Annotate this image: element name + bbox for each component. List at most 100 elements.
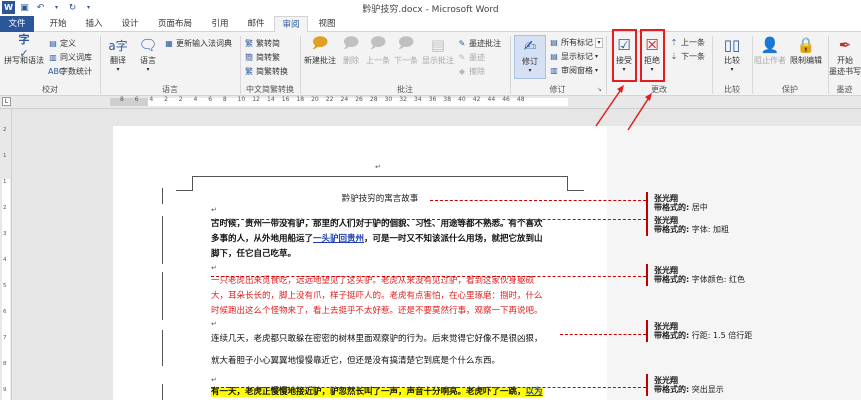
word-count-button[interactable]: ABC 字数统计 xyxy=(48,66,92,77)
tab-page-layout[interactable]: 页面布局 xyxy=(148,16,202,32)
ruler-number: 6 xyxy=(134,96,139,103)
prev-comment-icon: 🗩 xyxy=(369,33,387,52)
tab-references[interactable]: 引用 xyxy=(202,16,238,32)
chevron-down-icon: ▾ xyxy=(595,53,599,60)
vruler-number: 8 xyxy=(3,361,7,367)
accept-highlight-box xyxy=(612,29,637,82)
vertical-ruler[interactable]: 2 1 1 2 3 4 5 6 7 8 9 xyxy=(0,109,12,400)
prev-comment-button[interactable]: 🗩 上一条 xyxy=(365,33,391,66)
erase-button[interactable]: ◆ 擦除 xyxy=(457,66,485,77)
spelling-icon: 字✓ xyxy=(18,32,30,60)
convert-button[interactable]: 繁简繁转换 xyxy=(244,66,288,77)
new-comment-icon: 🗩 xyxy=(311,33,329,52)
tab-selector[interactable]: L xyxy=(2,97,11,106)
start-inking-button[interactable]: ✒ 开始 墨迹书写 xyxy=(829,35,861,77)
comment-label: 带格式的: xyxy=(654,331,690,340)
delete-comment-button[interactable]: 🗩 删除 xyxy=(339,33,363,66)
reviewing-pane-button[interactable]: ▥ 审阅窗格 ▾ xyxy=(549,65,598,76)
spelling-grammar-button[interactable]: 字✓ 拼写和语法 xyxy=(3,32,45,66)
define-button[interactable]: ▤ 定义 xyxy=(48,38,76,49)
comment-balloon-4[interactable]: 张光翔 带格式的: 行距: 1.5 倍行距 xyxy=(654,322,752,340)
delete-comment-icon: 🗩 xyxy=(342,33,360,52)
paragraph-1-line-2[interactable]: 多事的人，从外地用船运了一头驴回贵州，可是一时又不知该派什么用场，就把它放到山 xyxy=(211,232,571,248)
paragraph-2-line-2[interactable]: 大，耳朵长长的，脚上没有爪，样子挺吓人的。老虎有点害怕，在心里琢磨：捌时，什么 xyxy=(211,289,571,305)
show-comments-button[interactable]: ▤ 显示批注 xyxy=(421,35,455,66)
comment-label: 带格式的: xyxy=(654,203,690,212)
paragraph-1-line-3[interactable]: 脚下，任它自己吃草。 xyxy=(211,247,571,263)
ink-button[interactable]: ✎ 墨迹 xyxy=(457,52,485,63)
update-ime-button[interactable]: ▦ 更新输入法词典 xyxy=(164,38,232,49)
dialog-launcher-icon[interactable]: ↘ xyxy=(597,86,602,93)
header-border xyxy=(192,176,567,177)
restrict-editing-button[interactable]: 🔒 限制编辑 xyxy=(789,35,823,66)
restrict-editing-label: 限制编辑 xyxy=(790,56,822,65)
paragraph-3-line-2[interactable]: 就大着胆子小心翼翼地慢慢靠近它，但还是没有搞清楚它到底是个什么东西。 xyxy=(211,354,571,370)
comment-label: 带格式的: xyxy=(654,225,690,234)
group-label-language: 语言 xyxy=(162,85,178,94)
tab-view[interactable]: 视图 xyxy=(310,16,344,32)
highlighted-text: 有一天，老虎正慢慢地接近驴，驴忽然长叫了一声，声音十分响亮。老虎吓了一跳， xyxy=(211,387,526,397)
comment-bar xyxy=(646,264,648,286)
tab-mailings[interactable]: 邮件 xyxy=(238,16,274,32)
compare-button[interactable]: ▯▯ 比较 ▾ xyxy=(717,35,747,73)
erase-label: 擦除 xyxy=(469,67,485,76)
comment-author: 张光翔 xyxy=(654,194,678,203)
translate-button[interactable]: a字 翻译 ▾ xyxy=(104,35,132,74)
ruler-number: 30 xyxy=(384,96,393,103)
track-changes-button[interactable]: ✍ 修订 ▾ xyxy=(514,35,546,79)
prev-change-button[interactable]: ⇡ 上一条 xyxy=(669,37,705,48)
chevron-down-icon: ▾ xyxy=(146,66,150,73)
next-comment-button[interactable]: 🗩 下一条 xyxy=(393,34,419,66)
ruler-margin xyxy=(110,98,148,106)
vruler-number: 2 xyxy=(3,127,7,133)
text-run: 多事的人，从外地用船运了 xyxy=(211,234,314,244)
text-run: ，可是一时又不知该派什么用场，就把它放到山 xyxy=(364,234,543,244)
comment-balloon-3[interactable]: 张光翔 带格式的: 字体颜色: 红色 xyxy=(654,266,745,284)
comment-balloon-5[interactable]: 张光翔 带格式的: 突出显示 xyxy=(654,376,724,394)
language-button[interactable]: 🗨 语言 ▾ xyxy=(134,35,162,73)
paragraph-2-line-3[interactable]: 时候跑出这么个怪物来了，看上去挺乎不太好惹。还是不要莫然行事，观察一下再说吧。 xyxy=(211,304,571,320)
tab-design[interactable]: 设计 xyxy=(112,16,148,32)
ruler-number: 2 xyxy=(178,96,183,103)
ruler-number: 8 xyxy=(120,96,124,103)
paragraph-3-line-1[interactable]: 连续几天，老虎都只敢躲在密密的树林里面观察驴的行为。后来觉得它好像不是很凶狠， xyxy=(211,332,571,348)
block-authors-button[interactable]: 👤 阻止作者 xyxy=(753,35,787,66)
ruler-number: 38 xyxy=(443,96,452,103)
comment-value: 行距: 1.5 倍行距 xyxy=(691,331,753,340)
paragraph-mark: ↵ xyxy=(211,320,217,328)
ink-label: 墨迹 xyxy=(469,53,485,62)
tab-home[interactable]: 开始 xyxy=(40,16,76,32)
prev-change-label: 上一条 xyxy=(681,38,705,47)
comment-bar xyxy=(646,192,648,214)
ruler-number: 48 xyxy=(516,96,525,103)
tab-review[interactable]: 审阅 xyxy=(274,16,308,33)
word-count-icon: ABC xyxy=(48,66,65,76)
ruler-number: 8 xyxy=(222,96,227,103)
trad-to-simp-button[interactable]: 繁繁转简 xyxy=(244,38,280,49)
show-markup-icon: ▤ xyxy=(550,51,558,61)
next-change-button[interactable]: ⇣ 下一条 xyxy=(669,51,705,62)
ruler-number: 6 xyxy=(208,96,213,103)
comment-balloon-2[interactable]: 张光翔 带格式的: 字体: 加粗 xyxy=(654,216,729,234)
inserted-text: 一头驴回贵州 xyxy=(313,234,365,244)
display-markup-select[interactable]: ▤ 所有标记 ▾ xyxy=(549,37,603,48)
pen-icon: ✒ xyxy=(838,36,852,54)
new-comment-button[interactable]: 🗩 新建批注 xyxy=(303,33,337,66)
tab-insert[interactable]: 插入 xyxy=(76,16,112,32)
update-ime-label: 更新输入法词典 xyxy=(176,39,232,48)
comment-connector xyxy=(211,219,646,220)
thesaurus-label: 同义词库 xyxy=(60,53,92,62)
thesaurus-button[interactable]: ▥ 同义词库 xyxy=(48,52,92,63)
comment-bar xyxy=(646,374,648,396)
reviewing-pane-label: 审阅窗格 xyxy=(561,66,593,75)
header-corner-left xyxy=(192,176,193,191)
comment-connector xyxy=(211,276,646,277)
group-label-chinese: 中文简繁转换 xyxy=(246,85,294,94)
show-markup-button[interactable]: ▤ 显示标记 ▾ xyxy=(549,51,598,62)
simp-to-trad-button[interactable]: 簡简转繁 xyxy=(244,52,280,63)
comment-balloon-1[interactable]: 张光翔 带格式的: 居中 xyxy=(654,194,708,212)
horizontal-ruler[interactable]: L 8 6 4 2 2 4 6 8 10 12 14 16 18 20 22 24 26 28 30 32 34 36 38… xyxy=(0,96,861,109)
document-heading[interactable]: 黔驴技穷的寓言故事 xyxy=(160,192,600,204)
ink-comment-button[interactable]: ✎ 墨迹批注 xyxy=(457,38,501,49)
simp-to-trad-label: 简转繁 xyxy=(256,53,280,62)
